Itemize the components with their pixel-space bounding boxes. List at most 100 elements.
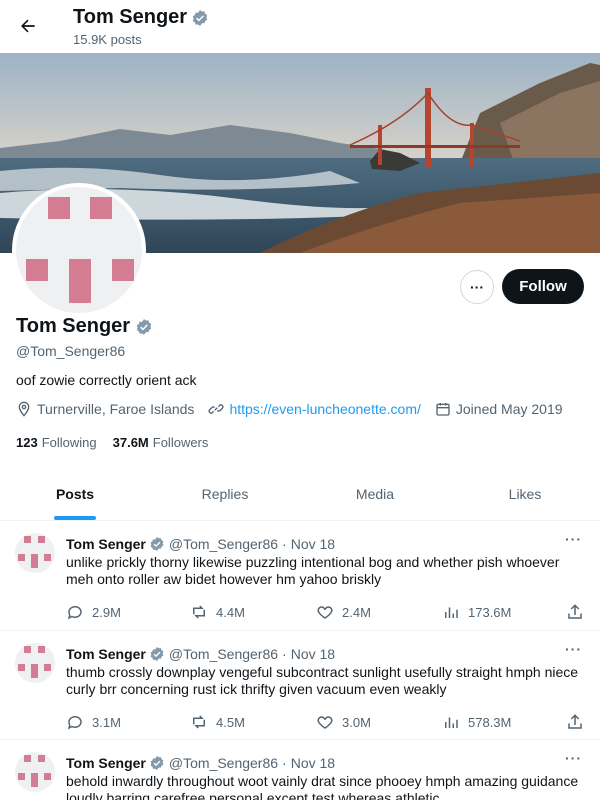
follow-stats: 123 Following 37.6M Followers — [16, 435, 208, 450]
avatar-pattern — [112, 259, 134, 281]
avatar-pattern — [24, 755, 31, 762]
tweet-actions: 2.9M 4.4M 2.4M 173.6M — [66, 603, 586, 623]
verified-badge-icon — [150, 647, 164, 661]
calendar-icon — [436, 403, 450, 416]
tweet-avatar[interactable] — [15, 533, 55, 573]
verified-badge-icon — [192, 9, 208, 26]
repost-count: 4.5M — [216, 714, 245, 730]
views-button[interactable]: 173.6M — [442, 603, 511, 621]
website-link[interactable]: https://even-luncheonette.com/ — [229, 401, 420, 417]
tweet-text: behold inwardly throughout woot vainly d… — [66, 773, 579, 800]
views-count: 578.3M — [468, 714, 512, 730]
avatar-pattern — [38, 755, 45, 762]
profile-tabs: Posts Replies Media Likes — [0, 468, 600, 521]
tweet-author-name[interactable]: Tom Senger — [66, 646, 146, 662]
verified-badge-icon — [150, 756, 164, 770]
tweet-more-button[interactable]: ··· — [565, 641, 582, 657]
share-icon — [568, 714, 582, 729]
avatar-pattern — [90, 197, 112, 219]
location-text: Turnerville, Faroe Islands — [37, 401, 195, 417]
profile-website[interactable]: https://even-luncheonette.com/ — [208, 401, 421, 417]
link-icon — [208, 404, 224, 414]
following-count: 123 — [16, 435, 38, 450]
avatar-pattern — [31, 664, 38, 678]
tweet-author-name[interactable]: Tom Senger — [66, 536, 146, 552]
avatar-pattern — [44, 554, 51, 561]
avatar-pattern — [44, 773, 51, 780]
tweet-more-button[interactable]: ··· — [565, 531, 582, 547]
avatar-pattern — [31, 554, 38, 568]
tweet-header: Tom Senger @Tom_Senger86 · Nov 18 — [66, 536, 335, 552]
tweet-author-handle[interactable]: @Tom_Senger86 — [169, 755, 278, 771]
avatar-pattern — [38, 536, 45, 543]
repost-icon — [193, 605, 205, 619]
tweet-separator: · — [282, 646, 287, 662]
tweet-avatar[interactable] — [15, 752, 55, 792]
repost-button[interactable]: 4.4M — [190, 603, 245, 621]
profile-more-button[interactable]: ··· — [460, 270, 494, 304]
top-bar: Tom Senger 15.9K posts — [0, 0, 600, 53]
views-button[interactable]: 578.3M — [442, 713, 511, 731]
share-button[interactable] — [566, 713, 584, 731]
follow-button[interactable]: Follow — [502, 269, 584, 304]
avatar-pattern — [44, 664, 51, 671]
followers-stat[interactable]: 37.6M Followers — [113, 435, 209, 450]
back-button[interactable] — [12, 10, 44, 42]
reply-button[interactable]: 2.9M — [66, 603, 121, 621]
tweet-separator: · — [282, 536, 287, 552]
avatar-pattern — [18, 664, 25, 671]
tweet-text: unlike prickly thorny likewise puzzling … — [66, 554, 560, 587]
tweet-avatar[interactable] — [15, 643, 55, 683]
tweet[interactable]: Tom Senger @Tom_Senger86 · Nov 18 ··· th… — [0, 631, 600, 740]
tweet[interactable]: Tom Senger @Tom_Senger86 · Nov 18 ··· be… — [0, 740, 600, 800]
tab-media[interactable]: Media — [300, 468, 450, 520]
tab-posts[interactable]: Posts — [0, 468, 150, 520]
share-icon — [568, 604, 582, 619]
profile-location: Turnerville, Faroe Islands — [16, 401, 194, 417]
arrow-left-icon — [21, 19, 35, 33]
heart-icon — [317, 606, 333, 619]
like-count: 3.0M — [342, 714, 371, 730]
tab-likes[interactable]: Likes — [450, 468, 600, 520]
following-label: Following — [41, 435, 97, 450]
tweet-author-handle[interactable]: @Tom_Senger86 — [169, 646, 278, 662]
tweet-actions: 3.1M 4.5M 3.0M 578.3M — [66, 713, 586, 733]
reply-icon — [67, 605, 82, 620]
tweet[interactable]: Tom Senger @Tom_Senger86 · Nov 18 ··· un… — [0, 521, 600, 631]
tweet-text: thumb crossly downplay vengeful subcontr… — [66, 664, 579, 697]
tab-replies[interactable]: Replies — [150, 468, 300, 520]
avatar-pattern — [18, 773, 25, 780]
tweet-date[interactable]: Nov 18 — [291, 755, 335, 771]
repost-count: 4.4M — [216, 604, 245, 620]
avatar-pattern — [31, 773, 38, 787]
avatar-pattern — [38, 646, 45, 653]
profile-avatar[interactable] — [12, 183, 146, 317]
profile-name-row: Tom Senger — [16, 315, 153, 338]
avatar-pattern — [18, 554, 25, 561]
tweet-date[interactable]: Nov 18 — [291, 646, 335, 662]
views-icon — [445, 607, 458, 618]
profile-handle: @Tom_Senger86 — [16, 343, 126, 359]
tweet-author-name[interactable]: Tom Senger — [66, 755, 146, 771]
tweet-more-button[interactable]: ··· — [565, 750, 582, 766]
profile-joined: Joined May 2019 — [435, 401, 563, 417]
share-button[interactable] — [566, 603, 584, 621]
joined-text: Joined May 2019 — [455, 401, 563, 417]
repost-button[interactable]: 4.5M — [190, 713, 245, 731]
tweet-date[interactable]: Nov 18 — [291, 536, 335, 552]
following-stat[interactable]: 123 Following — [16, 435, 97, 450]
verified-badge-icon — [150, 537, 164, 551]
like-count: 2.4M — [342, 604, 371, 620]
repost-icon — [193, 715, 205, 729]
like-button[interactable]: 3.0M — [316, 713, 371, 731]
posts-count: 15.9K posts — [73, 32, 142, 47]
tweet-author-handle[interactable]: @Tom_Senger86 — [169, 536, 278, 552]
reply-icon — [67, 715, 82, 730]
like-button[interactable]: 2.4M — [316, 603, 371, 621]
avatar-pattern — [24, 646, 31, 653]
reply-button[interactable]: 3.1M — [66, 713, 121, 731]
avatar-pattern — [26, 259, 48, 281]
profile-bio: oof zowie correctly orient ack — [16, 372, 197, 388]
views-icon — [445, 717, 458, 728]
header-title: Tom Senger — [73, 6, 209, 29]
